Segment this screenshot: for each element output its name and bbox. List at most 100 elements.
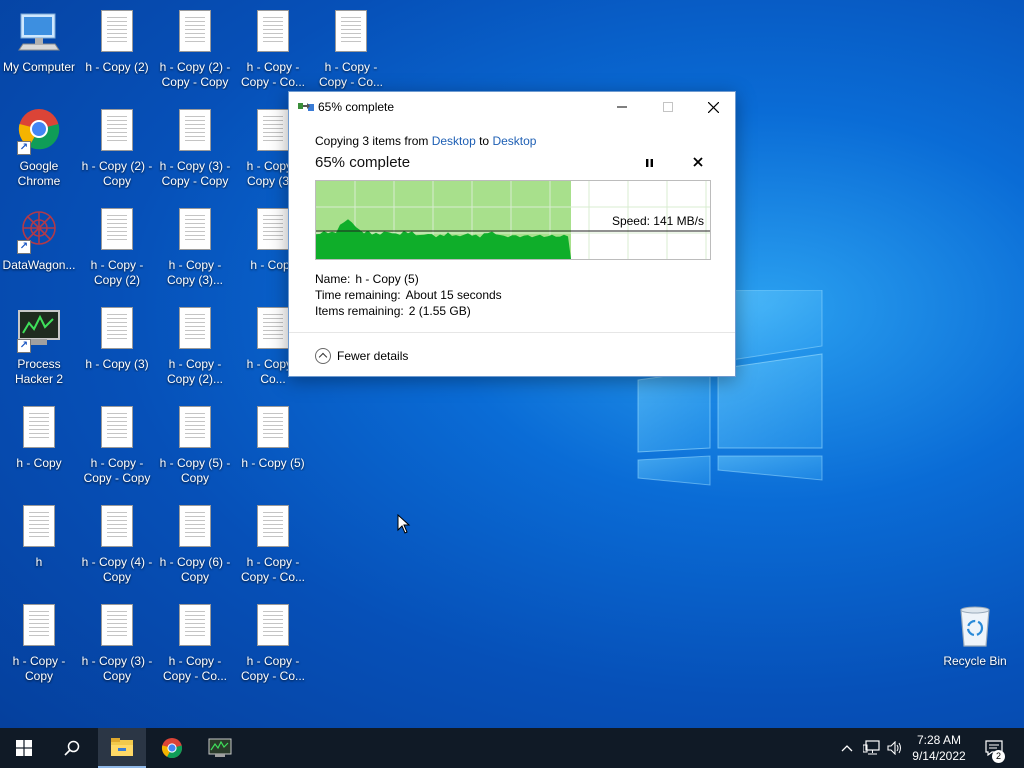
desktop-icon-label: h - Copy: [16, 456, 62, 470]
taskbar-clock[interactable]: 7:28 AM 9/14/2022: [905, 732, 973, 764]
document-icon: [249, 602, 297, 650]
copy-transfer-icon: [298, 103, 314, 111]
maximize-button[interactable]: [645, 92, 691, 122]
desktop-icon-label: h - Copy - Copy - Copy: [83, 456, 151, 485]
desktop-icon[interactable]: h - Copy (2) - Copy - Copy: [156, 0, 234, 96]
desktop-icon[interactable]: h - Copy (4) - Copy: [78, 495, 156, 591]
document-icon: [171, 107, 219, 155]
document-icon: [93, 8, 141, 56]
taskbar-chrome[interactable]: [148, 728, 196, 768]
taskbar: 7:28 AM 9/14/2022: [0, 728, 1024, 768]
desktop-icon[interactable]: h - Copy (3) - Copy: [78, 594, 156, 690]
cancel-icon: [693, 157, 703, 167]
speed-label: Speed: 141 MB/s: [611, 214, 704, 228]
desktop-icon[interactable]: ↗ Process Hacker 2: [0, 297, 78, 393]
computer-icon: [15, 8, 63, 56]
time-remaining-value: About 15 seconds: [405, 288, 502, 302]
desktop-icon-label: h - Copy (6) - Copy: [159, 555, 231, 584]
current-file-row: Name: h - Copy (5): [315, 272, 419, 286]
chrome-icon: ↗: [15, 107, 63, 155]
volume-icon: [887, 741, 901, 755]
document-icon: [171, 602, 219, 650]
desktop-icon-label: h - Copy (5): [241, 456, 305, 470]
action-center-button[interactable]: [976, 728, 1012, 768]
document-icon: [93, 305, 141, 353]
desktop-icon[interactable]: ↗ Google Chrome: [0, 99, 78, 195]
volume-button[interactable]: [884, 728, 906, 768]
document-icon: [249, 8, 297, 56]
taskbar-process-hacker[interactable]: [196, 728, 244, 768]
clock-date: 9/14/2022: [912, 749, 966, 763]
desktop-icon[interactable]: ↗ DataWagon...: [0, 198, 78, 294]
chevron-up-icon: [841, 745, 853, 752]
pause-icon: [646, 159, 653, 167]
desktop-icon[interactable]: h - Copy - Copy - Co...: [234, 0, 312, 96]
minimize-icon: [617, 106, 627, 108]
name-value: h - Copy (5): [355, 272, 419, 286]
desktop-icon[interactable]: h - Copy - Copy - Co...: [156, 594, 234, 690]
desktop-icon[interactable]: h: [0, 495, 78, 591]
desktop-icon[interactable]: h - Copy - Copy - Co...: [312, 0, 390, 96]
desktop-icon[interactable]: h - Copy - Copy: [0, 594, 78, 690]
desktop-icon[interactable]: h - Copy - Copy (3)...: [156, 198, 234, 294]
desktop-icon[interactable]: Recycle Bin: [936, 594, 1014, 690]
desktop-icon-label: h - Copy (3): [85, 357, 149, 371]
network-button[interactable]: [860, 728, 884, 768]
copying-prefix: Copying 3 items from: [315, 134, 429, 148]
mouse-cursor-icon: [397, 514, 411, 534]
document-icon: [171, 206, 219, 254]
desktop-icon[interactable]: h - Copy - Copy - Copy: [78, 396, 156, 492]
source-link[interactable]: Desktop: [432, 134, 476, 148]
document-icon: [93, 107, 141, 155]
time-remaining-row: Time remaining: About 15 seconds: [315, 288, 502, 302]
desktop-icon[interactable]: h - Copy - Copy (2): [78, 198, 156, 294]
desktop-icon-label: h - Copy (2) - Copy - Copy: [159, 60, 231, 89]
dialog-separator: [289, 332, 735, 333]
desktop-icon[interactable]: h - Copy (5) - Copy: [156, 396, 234, 492]
desktop-icon-label: h - Copy - Copy: [12, 654, 66, 683]
process-hacker-icon: ↗: [15, 305, 63, 353]
chevron-up-circle-icon: [315, 348, 331, 364]
desktop-icon[interactable]: h - Copy (2): [78, 0, 156, 96]
desktop-icon[interactable]: h - Copy: [0, 396, 78, 492]
desktop-icon[interactable]: h - Copy - Copy - Co...: [234, 594, 312, 690]
taskbar-file-explorer[interactable]: [98, 728, 146, 768]
time-remaining-label: Time remaining:: [315, 288, 401, 302]
file-explorer-icon: [111, 738, 133, 756]
destination-link[interactable]: Desktop: [492, 134, 536, 148]
document-icon: [93, 404, 141, 452]
pause-button[interactable]: [645, 156, 654, 171]
dialog-titlebar[interactable]: 65% complete: [289, 92, 735, 122]
desktop-icon-label: h - Copy - Copy - Co...: [240, 60, 306, 89]
copying-summary: Copying 3 items from Desktop to Desktop: [315, 134, 536, 148]
desktop-icon[interactable]: h - Copy (2) - Copy: [78, 99, 156, 195]
document-icon: [171, 305, 219, 353]
fewer-details-button[interactable]: Fewer details: [315, 346, 408, 366]
desktop-icon-label: h - Copy (3) - Copy - Copy: [159, 159, 231, 188]
desktop-icon[interactable]: h - Copy (6) - Copy: [156, 495, 234, 591]
desktop-icon[interactable]: h - Copy (3): [78, 297, 156, 393]
desktop-icon[interactable]: h - Copy - Copy - Co...: [234, 495, 312, 591]
desktop-icon-label: Process Hacker 2: [14, 357, 64, 386]
desktop-icon-label: h - Copy - Copy - Co...: [162, 654, 228, 683]
desktop-icon[interactable]: h - Copy (3) - Copy - Copy: [156, 99, 234, 195]
progress-status: 65% complete: [315, 154, 411, 171]
show-hidden-icons-button[interactable]: [836, 728, 858, 768]
desktop-icon-label: h - Copy - Copy (2): [90, 258, 144, 287]
desktop-icon-label: Google Chrome: [17, 159, 61, 188]
desktop-icon-label: h - Copy - Copy - Co...: [240, 555, 306, 584]
desktop-icon-label: h - Copy (5) - Copy: [159, 456, 231, 485]
desktop-icon-label: h - Copy - Copy - Co...: [240, 654, 306, 683]
cancel-copy-button[interactable]: [693, 154, 703, 171]
document-icon: [249, 503, 297, 551]
desktop-icon[interactable]: h - Copy - Copy (2)...: [156, 297, 234, 393]
desktop-icon[interactable]: My Computer: [0, 0, 78, 96]
close-button[interactable]: [690, 92, 736, 122]
minimize-button[interactable]: [599, 92, 645, 122]
search-button[interactable]: [48, 728, 96, 768]
to-word: to: [479, 134, 490, 148]
start-button[interactable]: [0, 728, 48, 768]
desktop-icon-label: DataWagon...: [2, 258, 76, 272]
document-icon: [93, 602, 141, 650]
desktop-icon[interactable]: h - Copy (5): [234, 396, 312, 492]
